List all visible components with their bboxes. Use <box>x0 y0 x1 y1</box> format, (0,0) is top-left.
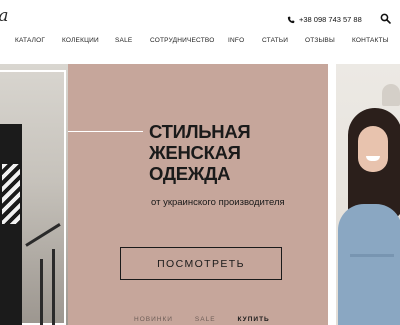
lamp-shape <box>382 84 400 106</box>
phone-number[interactable]: +38 098 743 57 88 <box>299 15 362 24</box>
main-nav: КАТАЛОГ КОЛЕКЦИИ SALE СОТРУДНИЧЕСТВО INF… <box>0 37 400 51</box>
hero-title-line: ЖЕНСКАЯ <box>149 142 241 163</box>
nav-item-sale[interactable]: SALE <box>115 37 132 44</box>
model-silhouette <box>0 124 22 325</box>
hero-title-line: ОДЕЖДА <box>149 163 231 184</box>
tab-sale[interactable]: SALE <box>195 316 216 323</box>
decorative-line <box>68 131 143 132</box>
brand-logo[interactable]: la <box>0 6 9 26</box>
dress-pattern <box>2 164 20 224</box>
nav-item-collections[interactable]: КОЛЕКЦИИ <box>62 37 99 44</box>
view-button[interactable]: ПОСМОТРЕТЬ <box>120 247 282 280</box>
tab-new[interactable]: НОВИНКИ <box>134 316 173 323</box>
hero-photo-right <box>336 64 400 325</box>
nav-item-info[interactable]: INFO <box>228 37 244 44</box>
nav-item-catalog[interactable]: КАТАЛОГ <box>15 37 45 44</box>
model-dress <box>338 204 400 325</box>
tab-buy[interactable]: КУПИТЬ <box>238 316 270 323</box>
phone-icon <box>287 16 295 23</box>
top-bar: la +38 098 743 57 88 <box>0 0 400 34</box>
nav-item-articles[interactable]: СТАТЬИ <box>262 37 288 44</box>
nav-item-contacts[interactable]: КОНТАКТЫ <box>352 37 389 44</box>
stair-post <box>40 259 43 325</box>
hero-photo-left <box>0 64 68 325</box>
hero-title-line: СТИЛЬНАЯ <box>149 121 251 142</box>
model-face <box>358 126 388 172</box>
dress-fold <box>350 254 394 257</box>
nav-item-reviews[interactable]: ОТЗЫВЫ <box>305 37 335 44</box>
stair-post <box>52 249 55 325</box>
hero-title: СТИЛЬНАЯ ЖЕНСКАЯ ОДЕЖДА <box>149 121 251 184</box>
hero-tabs: НОВИНКИ SALE КУПИТЬ <box>134 316 270 323</box>
hero-content-panel: СТИЛЬНАЯ ЖЕНСКАЯ ОДЕЖДА от украинского п… <box>68 64 328 325</box>
phone-contact[interactable]: +38 098 743 57 88 <box>287 15 362 24</box>
search-icon[interactable] <box>380 13 391 24</box>
nav-item-cooperation[interactable]: СОТРУДНИЧЕСТВО <box>150 37 214 44</box>
hero-subtitle: от украинского производителя <box>151 197 285 208</box>
hero-banner: СТИЛЬНАЯ ЖЕНСКАЯ ОДЕЖДА от украинского п… <box>0 64 400 325</box>
